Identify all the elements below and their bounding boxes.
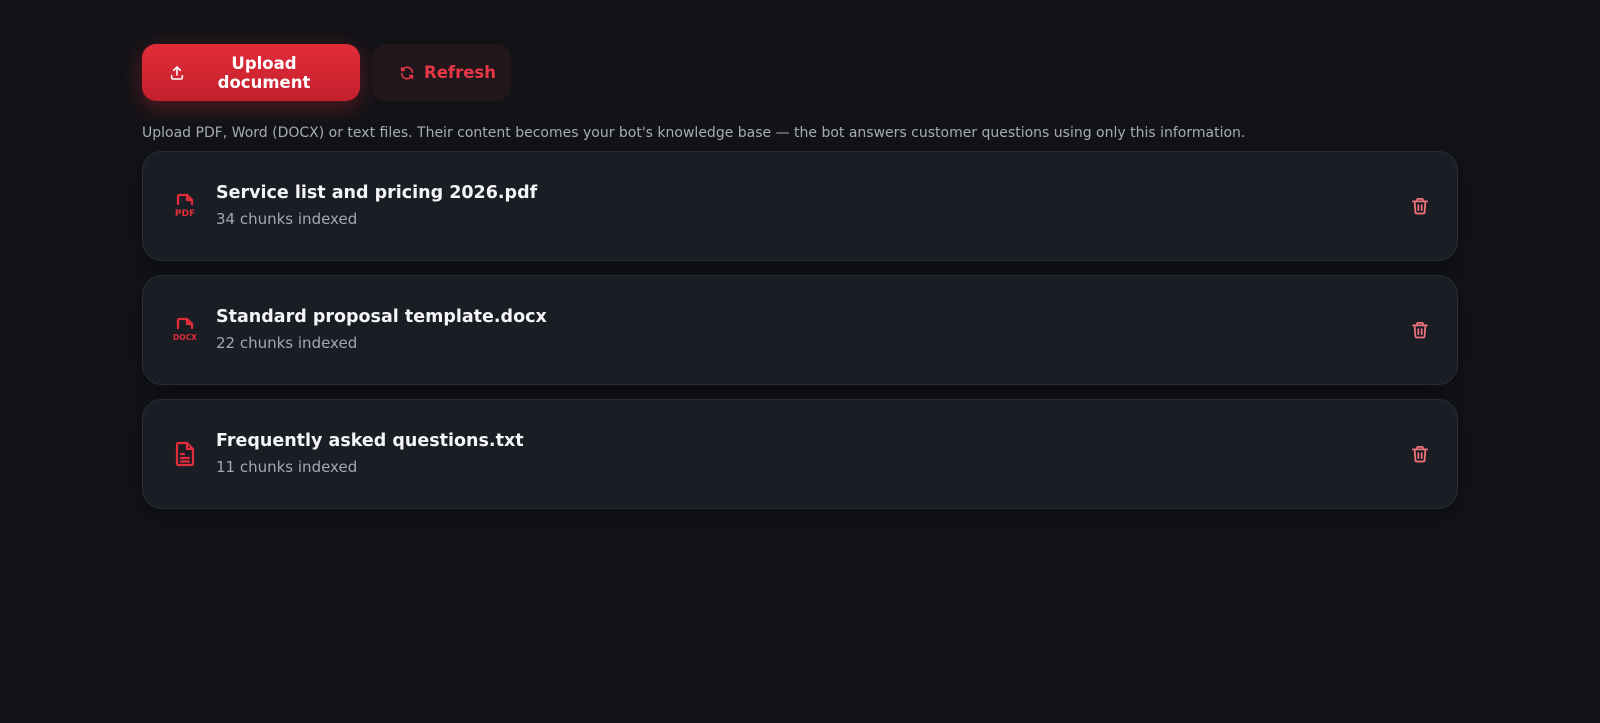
document-card: PDF Service list and pricing 2026.pdf 34… xyxy=(142,151,1458,261)
trash-icon xyxy=(1412,198,1428,215)
trash-icon xyxy=(1412,446,1428,463)
document-name: Standard proposal template.docx xyxy=(216,307,547,327)
text-file-icon xyxy=(175,441,195,467)
delete-document-button[interactable] xyxy=(1403,313,1437,347)
document-chunk-count: 34 chunks indexed xyxy=(216,210,358,228)
document-card: Frequently asked questions.txt 11 chunks… xyxy=(142,399,1458,509)
trash-icon xyxy=(1412,322,1428,339)
svg-text:PDF: PDF xyxy=(175,209,195,219)
refresh-button[interactable]: Refresh xyxy=(372,44,511,101)
refresh-icon xyxy=(400,66,414,79)
svg-text:DOCX: DOCX xyxy=(173,333,197,342)
pdf-file-icon: PDF xyxy=(175,193,195,219)
upload-document-button[interactable]: Upload document xyxy=(142,44,360,101)
document-info: Frequently asked questions.txt 11 chunks… xyxy=(216,430,524,477)
toolbar: Upload document Refresh xyxy=(142,44,1458,101)
knowledge-base-page: Upload document Refresh Upload PDF, Word… xyxy=(0,0,1600,723)
upload-icon xyxy=(170,65,184,80)
content-area: Upload document Refresh Upload PDF, Word… xyxy=(142,44,1458,509)
document-name: Service list and pricing 2026.pdf xyxy=(216,183,538,203)
refresh-label: Refresh xyxy=(424,63,496,82)
delete-document-button[interactable] xyxy=(1403,189,1437,223)
document-name: Frequently asked questions.txt xyxy=(216,431,524,451)
delete-document-button[interactable] xyxy=(1403,437,1437,471)
document-info: Service list and pricing 2026.pdf 34 chu… xyxy=(216,182,537,229)
document-card: DOCX Standard proposal template.docx 22 … xyxy=(142,275,1458,385)
document-chunk-count: 22 chunks indexed xyxy=(216,334,358,352)
upload-hint-text: Upload PDF, Word (DOCX) or text files. T… xyxy=(142,125,1246,141)
document-chunk-count: 11 chunks indexed xyxy=(216,458,358,476)
docx-file-icon: DOCX xyxy=(173,317,197,342)
document-list: PDF Service list and pricing 2026.pdf 34… xyxy=(142,151,1458,509)
upload-document-label: Upload document xyxy=(217,53,311,92)
document-info: Standard proposal template.docx 22 chunk… xyxy=(216,306,547,353)
